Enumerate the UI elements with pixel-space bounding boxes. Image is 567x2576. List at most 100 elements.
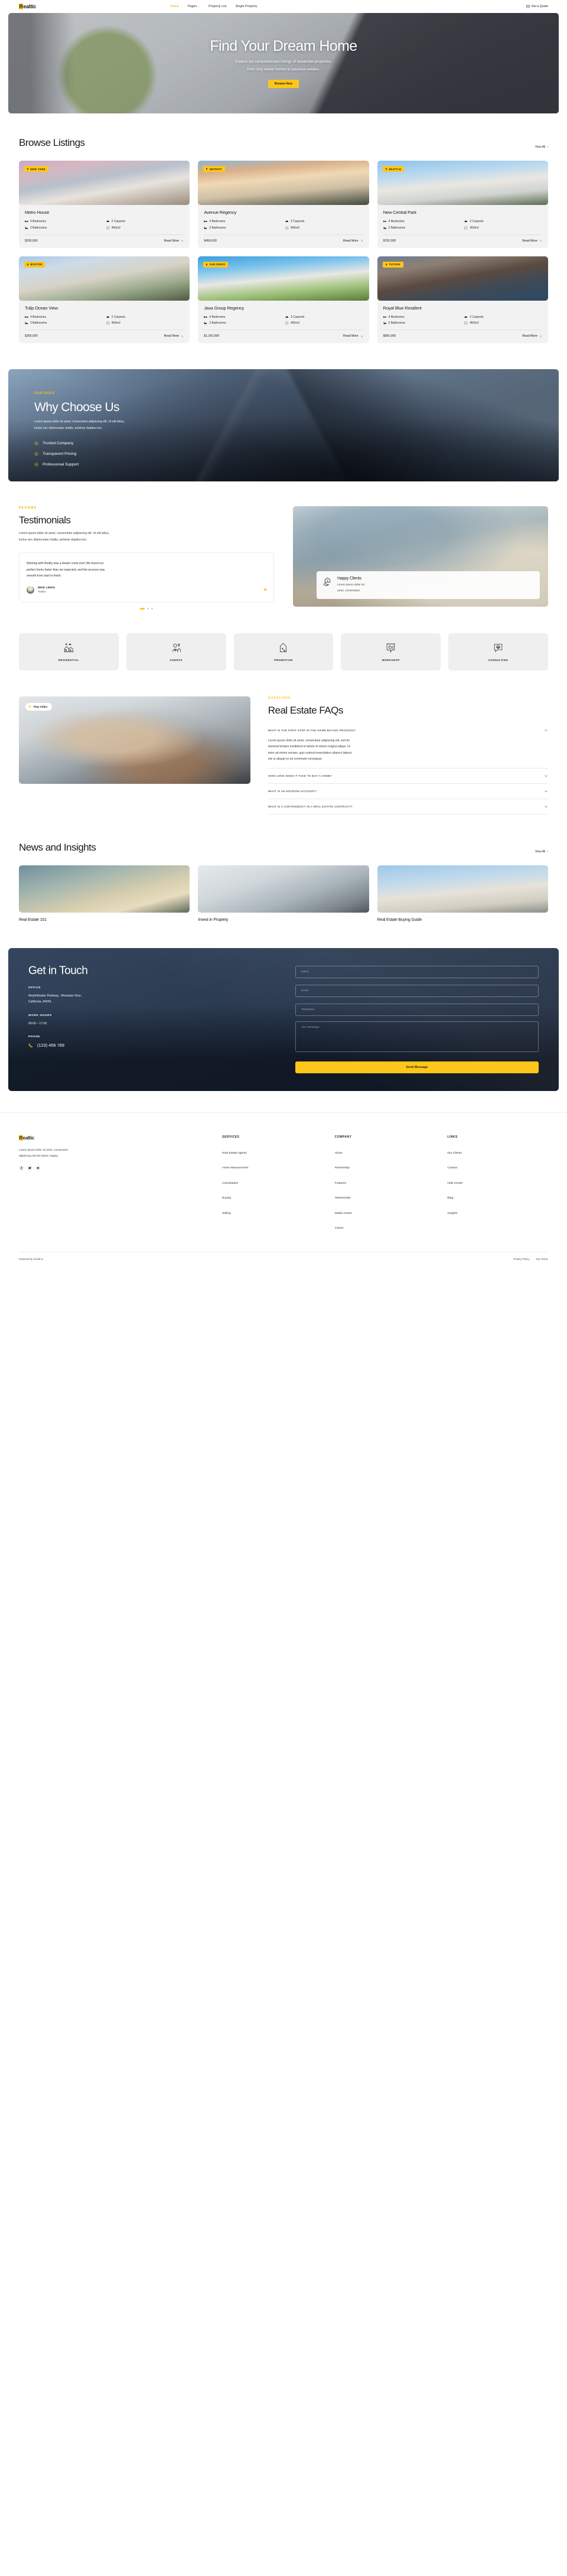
footer-link-item: About xyxy=(335,1146,436,1157)
footer-logo-highlight: R xyxy=(19,1135,23,1141)
footer-link[interactable]: Career xyxy=(335,1227,344,1230)
listings-view-all-link[interactable]: View All › xyxy=(535,145,548,149)
footer-link[interactable]: Buying xyxy=(222,1197,231,1200)
category-label: AGENTS xyxy=(170,658,183,662)
listings-grid-row-2: BOSTON Tulip Ocean View 4 Bedrooms 2 Car… xyxy=(19,256,548,343)
get-a-quote-button[interactable]: Get a Quote xyxy=(526,5,548,8)
listings-section: Browse Listings View All › NEW YORK Metro… xyxy=(0,137,567,343)
listing-read-more-link[interactable]: Read More xyxy=(343,334,363,338)
testimonial-author-source: Twitter xyxy=(38,590,46,594)
listing-read-more-link[interactable]: Read More xyxy=(343,239,363,243)
nav-item-single-property[interactable]: Single Property xyxy=(236,5,258,8)
agent-icon xyxy=(172,643,181,652)
footer-link-item: Consultation xyxy=(222,1176,323,1187)
check-circle-icon xyxy=(34,452,38,456)
why-feature-item: Transparent Pricing xyxy=(34,452,256,456)
listing-read-more-link[interactable]: Read More xyxy=(164,334,184,338)
logo[interactable]: Realtic xyxy=(19,4,36,9)
news-view-all-link[interactable]: View All › xyxy=(535,850,548,854)
category-card-consulting[interactable]: CONSULTING xyxy=(448,633,548,670)
faq-question-row[interactable]: HOW LONG DOES IT TAKE TO BUY A HOME? xyxy=(268,774,548,778)
footer-link[interactable]: Our Clients xyxy=(447,1152,461,1155)
footer-column-links: LINKS Our Clients Contact Help Center Blog I… xyxy=(447,1135,548,1232)
footer-link-item: Blog xyxy=(447,1191,548,1201)
youtube-icon[interactable] xyxy=(35,1165,41,1171)
category-card-workshop[interactable]: WORKSHOP xyxy=(341,633,441,670)
news-card[interactable]: Invest in Property xyxy=(198,865,369,922)
listing-city: DETROIT xyxy=(209,167,222,171)
footer-link[interactable]: About xyxy=(335,1152,343,1155)
footer-link[interactable]: Media Center xyxy=(335,1212,352,1215)
footer-link[interactable]: Home Measurement xyxy=(222,1167,248,1170)
footer-link[interactable]: Selling xyxy=(222,1212,231,1215)
footer-link-item: Testimonials xyxy=(335,1191,436,1201)
faq-question-row[interactable]: WHAT IS THE FIRST STEP IN THE HOME BUYIN… xyxy=(268,728,548,732)
footer-link[interactable]: Partnership xyxy=(335,1167,350,1170)
footer-link[interactable]: Help Center xyxy=(447,1182,462,1185)
listing-read-more-link[interactable]: Read More xyxy=(164,239,184,243)
listing-city-badge: SEATTLE xyxy=(382,166,405,172)
footer-link[interactable]: Consultation xyxy=(222,1182,238,1185)
listing-card[interactable]: DETROIT Avenue Regency 4 Bedrooms 2 Carp… xyxy=(198,161,369,248)
listing-name: Royal Blue Resident xyxy=(383,305,422,311)
telephone-input[interactable] xyxy=(295,1003,539,1016)
listing-card[interactable]: TUCSON Royal Blue Resident 4 Bedrooms 2 … xyxy=(377,256,548,343)
nav-item-pages[interactable]: Pages ⌄ xyxy=(188,5,200,8)
spec-carports: 2 Carports xyxy=(285,315,363,319)
presentation-icon xyxy=(386,643,395,653)
message-textarea[interactable] xyxy=(295,1021,539,1052)
privacy-policy-link[interactable]: Privacy Policy xyxy=(513,1258,529,1261)
news-card[interactable]: Real Estate 101 xyxy=(19,865,190,922)
footer-bottom-links: Privacy Policy Our Terms xyxy=(513,1258,548,1261)
testimonial-pagination[interactable] xyxy=(19,607,274,610)
footer-link[interactable]: Insights xyxy=(447,1212,457,1215)
news-card[interactable]: Real Estate Buying Guide xyxy=(377,865,548,922)
category-card-agents[interactable]: AGENTS xyxy=(126,633,226,670)
car-icon xyxy=(285,220,289,223)
listing-card[interactable]: SEATTLE New Central Park 4 Bedrooms 2 Ca… xyxy=(377,161,548,248)
listing-card[interactable]: BOSTON Tulip Ocean View 4 Bedrooms 2 Car… xyxy=(19,256,190,343)
spec-area: 450m2 xyxy=(106,321,184,325)
pagination-dot-1[interactable] xyxy=(140,607,145,610)
footer-link[interactable]: Contact xyxy=(447,1167,457,1170)
car-icon xyxy=(285,316,289,318)
footer-link[interactable]: Features xyxy=(335,1182,346,1185)
twitter-icon[interactable] xyxy=(27,1165,32,1171)
footer-link[interactable]: Real Estate Agents xyxy=(222,1152,247,1155)
area-icon xyxy=(465,321,468,325)
chevron-right-icon xyxy=(540,239,542,242)
name-input[interactable] xyxy=(295,965,539,978)
listing-read-more-link[interactable]: Read More xyxy=(522,239,542,243)
footer-link-item: Home Measurement xyxy=(222,1161,323,1171)
footer-link-list: Our Clients Contact Help Center Blog Insight… xyxy=(447,1146,548,1217)
nav-item-property-list[interactable]: Property List xyxy=(208,5,226,8)
email-input[interactable] xyxy=(295,984,539,997)
logo-rest: ealtic xyxy=(23,4,37,9)
nav-item-home[interactable]: Home xyxy=(171,5,179,8)
faq-question-row[interactable]: WHAT IS A CONTINGENCY IN A REAL ESTATE C… xyxy=(268,805,548,809)
listing-read-more-link[interactable]: Read More xyxy=(522,334,542,338)
facebook-icon[interactable] xyxy=(19,1165,24,1171)
location-pin-icon xyxy=(206,168,208,170)
footer-link[interactable]: Blog xyxy=(447,1197,453,1200)
category-label: RESIDENTIAL xyxy=(58,658,79,662)
browse-now-button[interactable]: Browse Now xyxy=(268,80,299,89)
pagination-dot-2[interactable] xyxy=(147,607,149,610)
listing-card[interactable]: NEW YORK Metro House 4 Bedrooms 2 Carpor… xyxy=(19,161,190,248)
play-video-button[interactable]: Play Video xyxy=(25,702,53,711)
phone-row[interactable]: (123) 456 789 xyxy=(28,1043,272,1048)
hero-subtitle-line2: from cozy starter homes to luxurious est… xyxy=(247,67,320,72)
faq-content: QUESTIONS Real Estate FAQs WHAT IS THE F… xyxy=(268,696,548,815)
pagination-dot-3[interactable] xyxy=(151,607,153,610)
footer-link[interactable]: Testimonials xyxy=(335,1197,351,1200)
footer-logo[interactable]: Realtic xyxy=(19,1135,210,1141)
faq-question-row[interactable]: WHAT IS AN ESCROW ACCOUNT? xyxy=(268,789,548,793)
spec-bedrooms: 4 Bedrooms xyxy=(25,315,103,319)
contact-info: Get in Touch OFFICE Amphitheater Parkway… xyxy=(28,965,272,1073)
faq-question: HOW LONG DOES IT TAKE TO BUY A HOME? xyxy=(268,774,333,777)
listing-card[interactable]: SAN DIEGO Java Group Regency 4 Bedrooms … xyxy=(198,256,369,343)
our-terms-link[interactable]: Our Terms xyxy=(536,1258,548,1261)
category-card-promotion[interactable]: PROMOTION xyxy=(233,633,334,670)
send-message-button[interactable]: Send Message xyxy=(295,1061,539,1073)
category-card-residential[interactable]: RESIDENTIAL xyxy=(19,633,119,670)
